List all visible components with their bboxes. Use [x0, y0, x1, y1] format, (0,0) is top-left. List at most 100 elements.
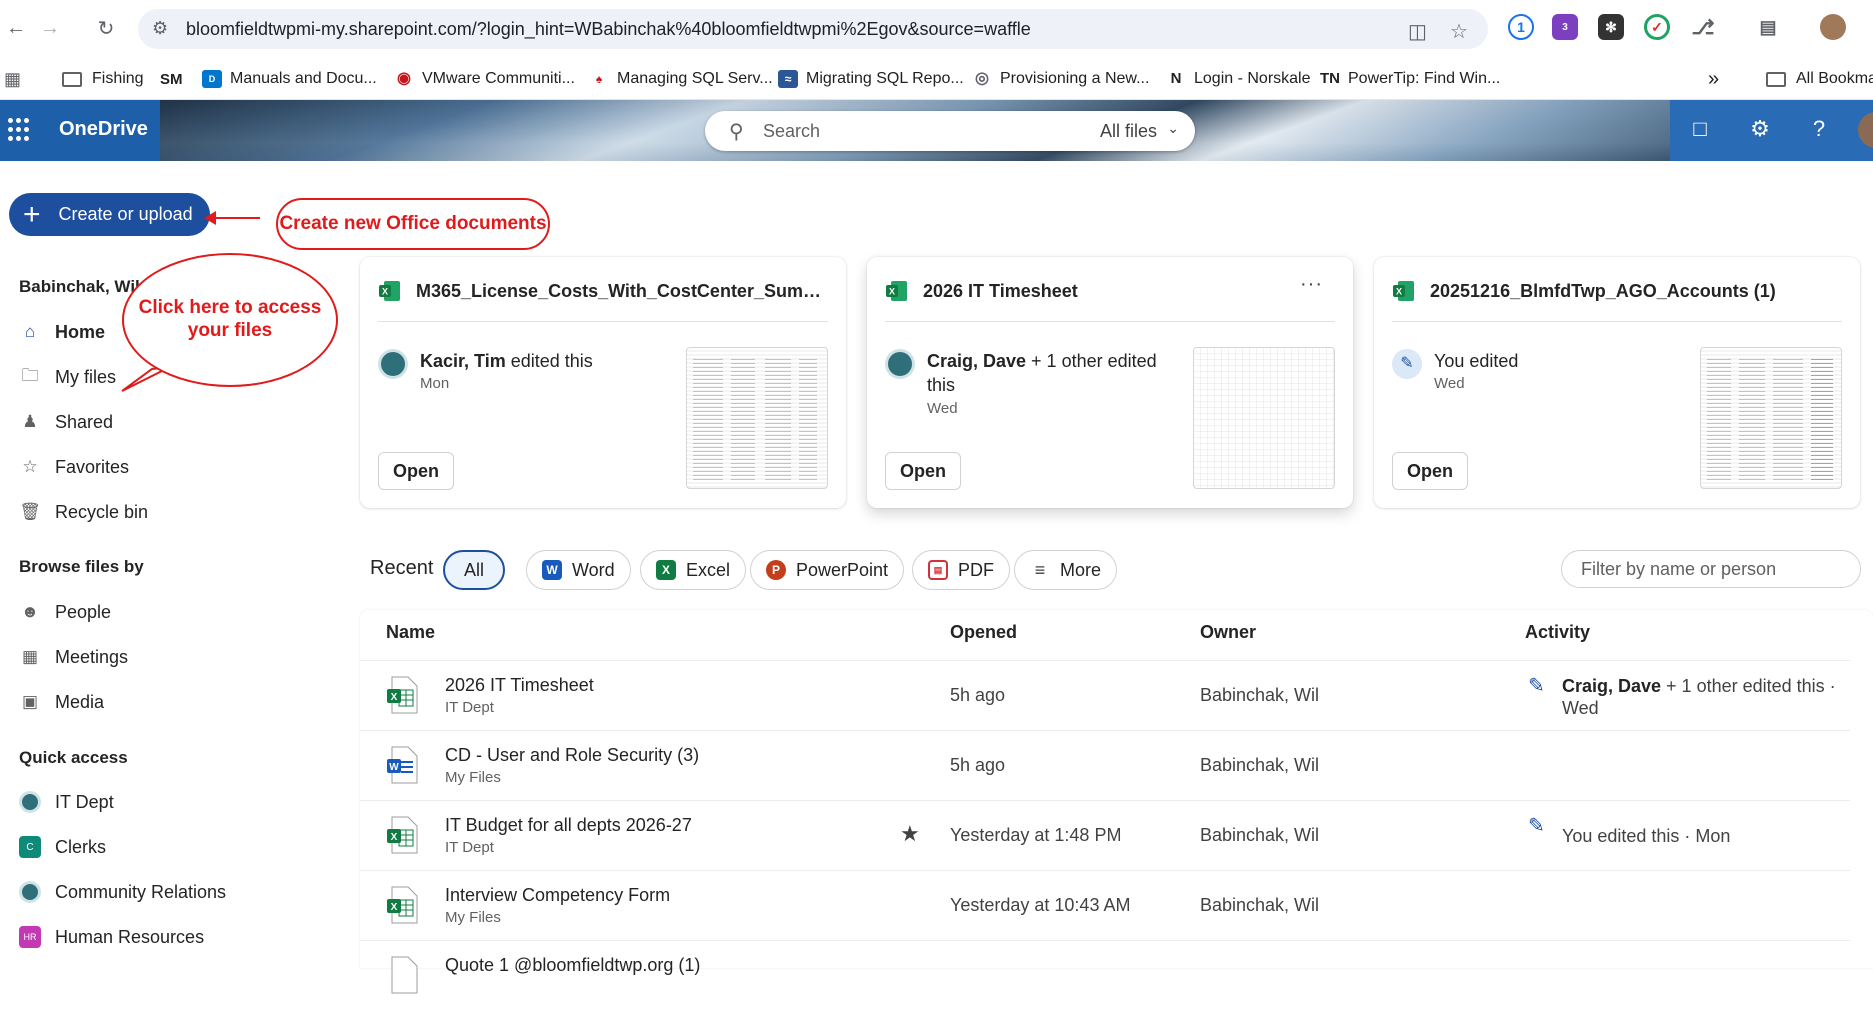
column-header-opened[interactable]: Opened: [950, 622, 1017, 643]
create-or-upload-button[interactable]: + Create or upload: [9, 193, 210, 236]
file-name[interactable]: IT Budget for all depts 2026-27: [445, 815, 692, 836]
activity-person: Craig, Dave: [1562, 676, 1662, 696]
filter-placeholder: Filter by name or person: [1581, 559, 1777, 579]
quick-clerks[interactable]: C Clerks: [19, 829, 106, 865]
nav-meetings[interactable]: ▦ Meetings: [19, 639, 128, 675]
address-bar[interactable]: ⚙ bloomfieldtwpmi-my.sharepoint.com/?log…: [138, 9, 1488, 49]
table-row[interactable]: X IT Budget for all depts 2026-27 IT Dep…: [360, 800, 1850, 870]
quick-human-resources[interactable]: HR Human Resources: [19, 919, 204, 955]
card-title[interactable]: 20251216_BlmfdTwp_AGO_Accounts (1): [1430, 281, 1776, 302]
bookmarks-bar: ▦ Fishing SM D Manuals and Docu... ◉ VMwar…: [0, 58, 1873, 100]
star-icon: ☆: [22, 457, 38, 476]
nav-recycle-bin[interactable]: 🗑 Recycle bin: [19, 494, 148, 530]
avatar: [885, 349, 915, 379]
filter-all[interactable]: All: [443, 550, 506, 590]
filter-input[interactable]: Filter by name or person: [1561, 550, 1861, 588]
reload-icon[interactable]: ↻: [92, 14, 120, 42]
nav-favorites[interactable]: ☆ Favorites: [19, 449, 129, 485]
filter-excel[interactable]: X Excel: [640, 550, 747, 590]
file-name[interactable]: CD - User and Role Security (3): [445, 745, 699, 766]
open-button[interactable]: Open: [885, 452, 962, 490]
bookmarks-overflow-icon[interactable]: »: [1708, 66, 1719, 92]
file-location[interactable]: My Files: [445, 769, 501, 786]
filter-word[interactable]: W Word: [526, 550, 631, 590]
app-launcher-icon[interactable]: [8, 118, 32, 142]
folder-icon: [62, 71, 82, 87]
more-options-icon[interactable]: ···: [1300, 273, 1323, 296]
profile-avatar[interactable]: [1820, 14, 1846, 40]
quick-it-dept[interactable]: IT Dept: [19, 784, 114, 820]
password-manager-icon[interactable]: 1: [1508, 14, 1534, 40]
file-location[interactable]: IT Dept: [445, 699, 494, 716]
favorite-star-icon[interactable]: ★: [900, 821, 920, 847]
bookmark-label: Fishing: [92, 70, 144, 87]
nav-media[interactable]: ▣ Media: [19, 684, 104, 720]
bookmark-sm[interactable]: SM: [160, 66, 183, 92]
apps-grid-icon[interactable]: ▦: [4, 66, 21, 92]
search-scope-dropdown[interactable]: All files: [1100, 121, 1157, 142]
quick-community-relations[interactable]: Community Relations: [19, 874, 226, 910]
bookmark-star-icon[interactable]: ☆: [1450, 19, 1468, 44]
site-info-icon[interactable]: ⚙: [152, 18, 168, 39]
open-button[interactable]: Open: [378, 452, 455, 490]
recent-card[interactable]: X 20251216_BlmfdTwp_AGO_Accounts (1) ✎ Y…: [1374, 257, 1860, 508]
filter-label: All: [464, 559, 485, 580]
filter-powerpoint[interactable]: P PowerPoint: [750, 550, 905, 590]
file-name[interactable]: Interview Competency Form: [445, 885, 670, 906]
recent-card[interactable]: X 2026 IT Timesheet ··· Craig, Dave + 1 …: [867, 257, 1353, 508]
back-icon[interactable]: ←: [2, 14, 30, 42]
column-header-activity[interactable]: Activity: [1525, 622, 1590, 643]
filter-more[interactable]: ≡ More: [1014, 550, 1118, 590]
forward-icon[interactable]: →: [36, 14, 64, 42]
powerpoint-icon: P: [766, 560, 786, 580]
install-app-icon[interactable]: ◫: [1408, 19, 1427, 44]
table-row[interactable]: Quote 1 @bloomfieldtwp.org (1): [360, 940, 1850, 1010]
file-name[interactable]: 2026 IT Timesheet: [445, 675, 594, 696]
browse-heading: Browse files by: [19, 557, 144, 576]
nav-label: Media: [55, 691, 105, 712]
bookmark-migrating-sql[interactable]: ≈ Migrating SQL Repo...: [778, 66, 964, 92]
quick-access-heading: Quick access: [19, 748, 128, 767]
file-opened: Yesterday at 1:48 PM: [950, 825, 1122, 845]
table-row[interactable]: X Interview Competency Form My Files Yes…: [360, 870, 1850, 940]
bookmark-vmware[interactable]: ◉ VMware Communiti...: [394, 66, 575, 92]
table-row[interactable]: W CD - User and Role Security (3) My Fil…: [360, 730, 1850, 800]
nav-people[interactable]: ☻ People: [19, 594, 111, 630]
search-input[interactable]: ⚲ Search All files ⌄: [705, 111, 1195, 151]
app-title[interactable]: OneDrive: [59, 118, 148, 141]
search-placeholder: Search: [763, 121, 821, 141]
recent-label: Recent: [370, 557, 434, 579]
card-title[interactable]: M365_License_Costs_With_CostCenter_Summa…: [416, 281, 822, 302]
card-thumbnail: [686, 347, 828, 489]
bookmark-norskale[interactable]: N Login - Norskale: [1166, 66, 1311, 92]
nav-label: Meetings: [55, 646, 129, 667]
extensions-puzzle-icon[interactable]: ⎇: [1690, 14, 1716, 40]
tab-search-icon[interactable]: ▤: [1755, 14, 1781, 40]
help-icon[interactable]: ?: [1804, 116, 1834, 142]
card-title[interactable]: 2026 IT Timesheet: [923, 281, 1078, 302]
file-location[interactable]: IT Dept: [445, 839, 494, 856]
desktop-sync-icon[interactable]: □: [1685, 116, 1715, 142]
bookmark-dell-manuals[interactable]: D Manuals and Docu...: [202, 66, 377, 92]
file-owner: Babinchak, Wil: [1200, 685, 1320, 705]
extension-badge-icon[interactable]: 3: [1552, 14, 1578, 40]
column-header-name[interactable]: Name: [386, 622, 435, 643]
bookmark-powertip[interactable]: TN PowerTip: Find Win...: [1320, 66, 1500, 92]
recent-card[interactable]: X M365_License_Costs_With_CostCenter_Sum…: [360, 257, 846, 508]
bookmark-managing-sql[interactable]: ♠ Managing SQL Serv...: [589, 66, 773, 92]
nav-shared[interactable]: ♟ Shared: [19, 404, 113, 440]
table-row[interactable]: X 2026 IT Timesheet IT Dept 5h ago Babin…: [360, 660, 1850, 730]
grammar-extension-icon[interactable]: ✓: [1644, 14, 1670, 40]
nav-my-files[interactable]: 🗀 My files: [19, 359, 117, 395]
all-bookmarks[interactable]: All Bookma: [1766, 66, 1873, 92]
file-location[interactable]: My Files: [445, 909, 501, 926]
chatgpt-icon[interactable]: ✻: [1598, 14, 1624, 40]
open-button[interactable]: Open: [1392, 452, 1469, 490]
bookmark-provisioning[interactable]: ◎ Provisioning a New...: [972, 66, 1149, 92]
file-name[interactable]: Quote 1 @bloomfieldtwp.org (1): [445, 955, 700, 976]
gear-icon[interactable]: ⚙: [1745, 116, 1775, 142]
filter-pdf[interactable]: ▤ PDF: [912, 550, 1010, 590]
nav-home[interactable]: ⌂ Home: [19, 314, 105, 350]
bookmark-fishing[interactable]: Fishing: [62, 66, 144, 92]
column-header-owner[interactable]: Owner: [1200, 622, 1256, 643]
